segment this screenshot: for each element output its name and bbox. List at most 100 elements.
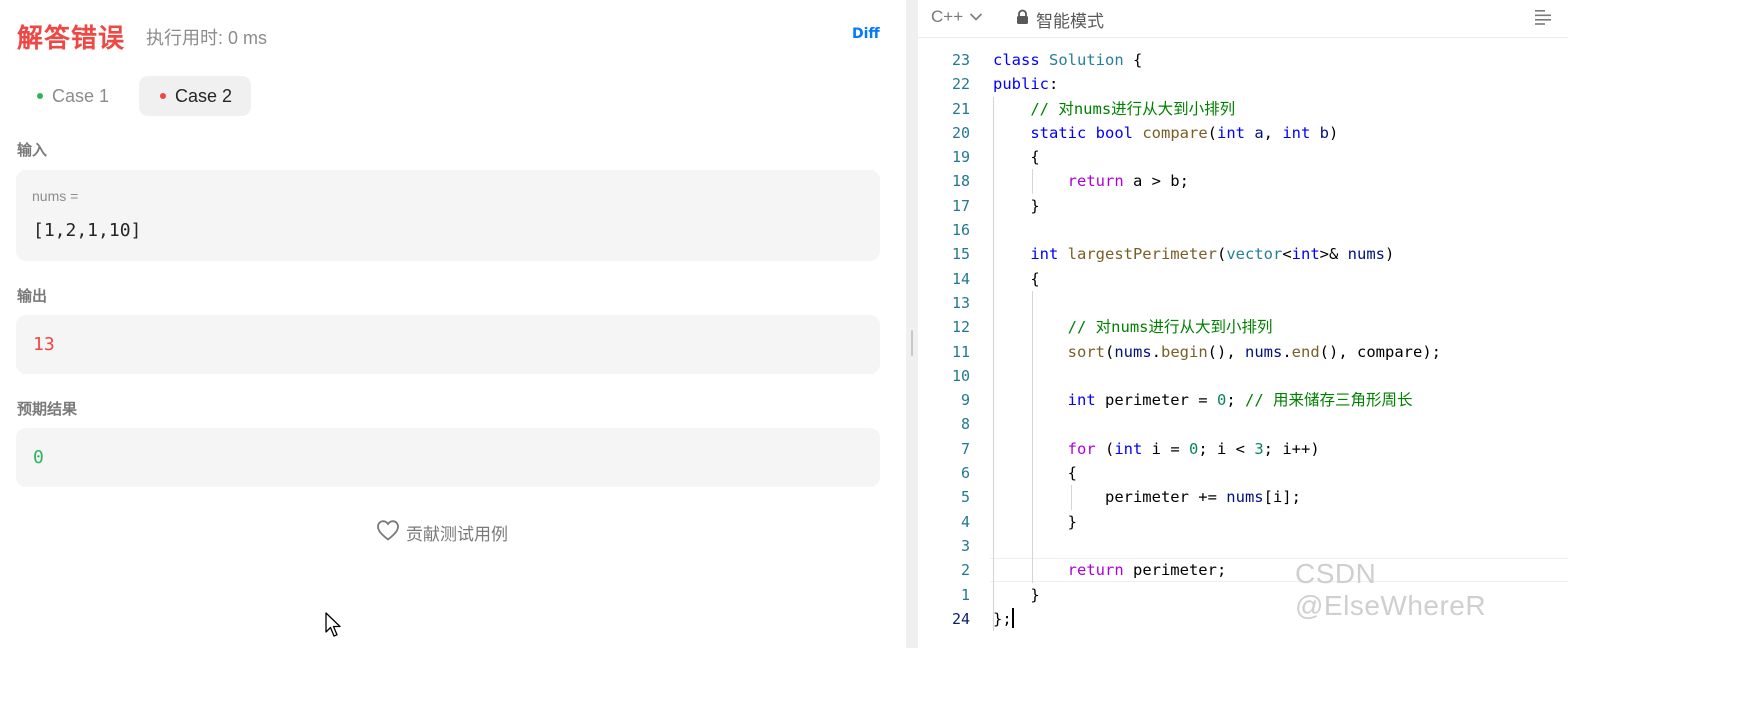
code-text: {: [993, 267, 1039, 291]
diff-toggle[interactable]: Diff: [852, 26, 880, 42]
line-number: 23: [951, 51, 970, 69]
input-value: [1,2,1,10]: [33, 220, 142, 241]
code-line[interactable]: 7 for (int i = 0; i < 3; i++): [918, 436, 1568, 462]
code-token: nums: [1114, 342, 1152, 361]
code-line[interactable]: 15 int largestPerimeter(vector<int>& num…: [918, 242, 1568, 267]
code-token: .: [1151, 342, 1161, 361]
code-text: // 对nums进行从大到小排列: [993, 97, 1235, 121]
code-text: perimeter += nums[i];: [993, 485, 1301, 509]
code-line[interactable]: 13: [918, 290, 1568, 316]
align-menu-icon[interactable]: [1534, 9, 1552, 30]
result-status-title: 解答错误: [17, 23, 126, 53]
code-line[interactable]: 5 perimeter += nums[i];: [918, 485, 1568, 510]
code-line[interactable]: 17 }: [918, 193, 1568, 219]
code-token: }: [993, 196, 1040, 215]
tab-case-label: Case 2: [175, 85, 233, 106]
input-label: 输入: [17, 142, 48, 159]
code-token: a: [1254, 123, 1264, 142]
contribute-testcase-button[interactable]: 贡献测试用例: [376, 519, 508, 546]
line-number: 5: [960, 488, 970, 507]
code-token: compare: [1142, 123, 1208, 142]
code-token: ;: [1226, 391, 1245, 410]
code-line[interactable]: 22 public:: [918, 72, 1568, 96]
code-text: // 对nums进行从大到小排列: [993, 315, 1273, 339]
code-token: }: [993, 512, 1077, 531]
code-line[interactable]: 19 {: [918, 145, 1568, 170]
line-number: 12: [951, 318, 970, 337]
code-token: vector: [1226, 245, 1283, 264]
code-token: b: [1319, 123, 1330, 142]
line-number: 15: [951, 245, 970, 264]
code-token: ): [1329, 123, 1339, 142]
code-token: return: [1067, 172, 1133, 191]
code-token: {: [993, 464, 1077, 483]
code-text: return perimeter;: [993, 558, 1227, 582]
code-text: {: [993, 461, 1077, 485]
code-line[interactable]: 23 class Solution {: [918, 48, 1568, 72]
code-token: int: [1030, 245, 1068, 264]
tab-case-2[interactable]: Case 2: [139, 76, 251, 116]
code-text: };: [993, 607, 1014, 631]
code-token: 0: [1188, 439, 1199, 458]
test-result-panel: 解答错误 执行用时: 0 ms Diff Case 1 Case 2 输入 nu…: [0, 0, 906, 648]
chevron-down-icon: [969, 7, 983, 27]
line-number: 3: [960, 536, 970, 555]
code-line[interactable]: 3: [918, 533, 1568, 559]
code-token: };: [993, 609, 1012, 628]
code-line[interactable]: 20 static bool compare(int a, int b): [918, 120, 1568, 146]
indent-guide: [1032, 533, 1033, 559]
expected-label: 预期结果: [17, 401, 78, 418]
code-line[interactable]: 21 // 对nums进行从大到小排列: [918, 96, 1568, 121]
code-line[interactable]: 6 {: [918, 461, 1568, 486]
code-token: 0: [1216, 391, 1227, 410]
code-line[interactable]: 8: [918, 412, 1568, 437]
indent-guide: [993, 533, 994, 559]
code-token: perimeter =: [1104, 391, 1217, 410]
code-line[interactable]: 12 // 对nums进行从大到小排列: [918, 315, 1568, 340]
code-token: begin: [1161, 342, 1208, 361]
contribute-label: 贡献测试用例: [406, 525, 508, 544]
code-line[interactable]: 10: [918, 363, 1568, 389]
expected-value: 0: [33, 447, 44, 468]
code-line[interactable]: 9 int perimeter = 0; // 用来储存三角形周长: [918, 388, 1568, 413]
input-var-name: nums =: [32, 188, 79, 204]
code-token: ): [1384, 245, 1395, 264]
code-token: (: [1216, 245, 1227, 264]
panel-resize-handle[interactable]: [906, 0, 918, 648]
code-token: ; i <: [1198, 439, 1255, 458]
code-token: perimeter +=: [993, 488, 1227, 507]
code-token: ; i++): [1263, 439, 1320, 458]
code-token: (: [1104, 439, 1115, 458]
line-number: 8: [960, 415, 970, 434]
case-status-dot: [37, 93, 43, 99]
line-number: 21: [951, 99, 970, 118]
line-number: 22: [951, 75, 970, 94]
language-selector[interactable]: C++: [931, 7, 983, 27]
code-token: >&: [1319, 245, 1348, 264]
heart-icon: [376, 519, 400, 546]
code-token: (: [1104, 342, 1115, 361]
output-value: 13: [33, 334, 55, 355]
line-number: 7: [960, 439, 970, 458]
runtime-text: 执行用时: 0 ms: [146, 28, 268, 48]
code-token: nums: [1226, 488, 1264, 507]
line-number: 11: [951, 342, 970, 361]
line-number: 13: [951, 293, 970, 312]
code-line[interactable]: 11 sort(nums.begin(), nums.end(), compar…: [918, 339, 1568, 364]
code-token: ,: [1263, 123, 1283, 142]
resize-grip-icon: [911, 330, 913, 356]
tab-case-1[interactable]: Case 1: [21, 76, 131, 116]
code-area[interactable]: 23 class Solution {22 public: 21 // 对nums进行…: [918, 48, 1568, 632]
line-number: 1: [960, 585, 970, 604]
case-status-dot: [160, 93, 166, 99]
code-line[interactable]: 4 }: [918, 509, 1568, 534]
code-line[interactable]: 18 return a > b;: [918, 169, 1568, 194]
code-line[interactable]: 16: [918, 218, 1568, 243]
code-token: perimeter;: [1132, 561, 1227, 580]
code-line[interactable]: 14 {: [918, 266, 1568, 291]
